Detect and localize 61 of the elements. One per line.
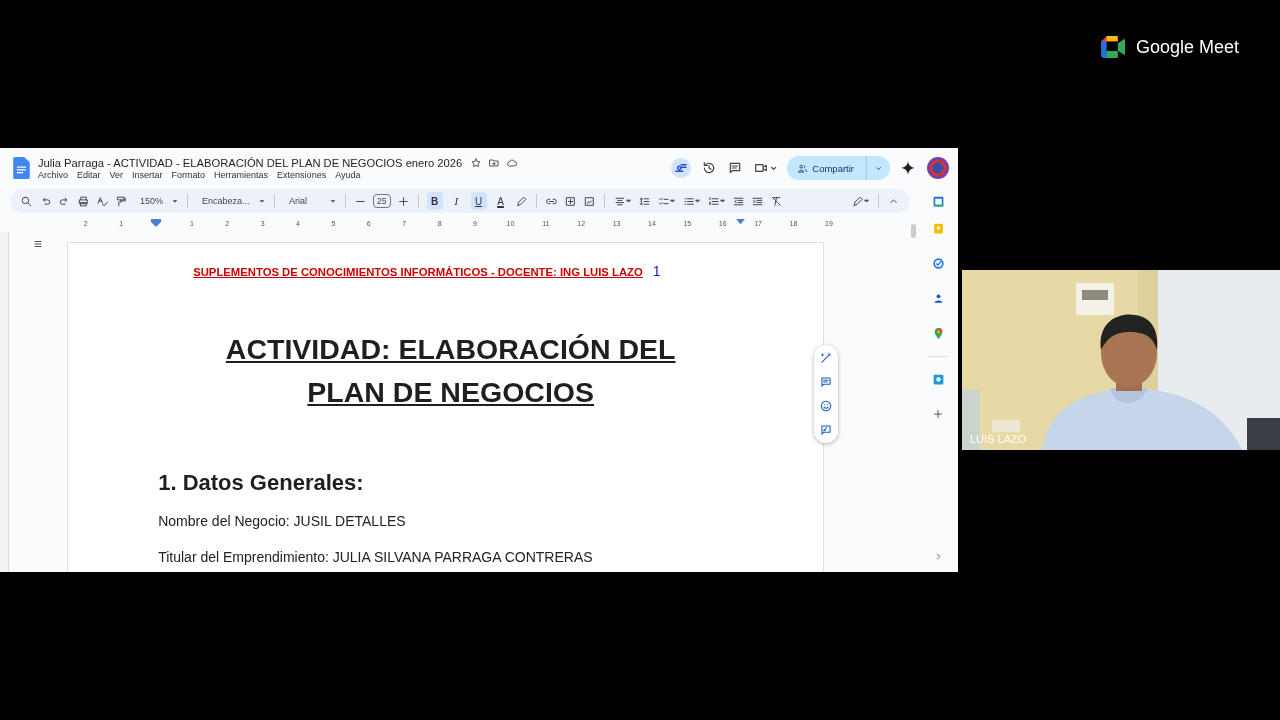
calendar-icon[interactable] bbox=[931, 194, 945, 208]
brand-name: Google Meet bbox=[1136, 36, 1240, 58]
spellcheck-icon[interactable] bbox=[96, 194, 109, 208]
participant-name: LUIS LAZO bbox=[970, 433, 1027, 445]
document-title-heading: ACTIVIDAD: ELABORACIÓN DEL PLAN DE NEGOCIOS bbox=[224, 332, 677, 410]
page-header: SUPLEMENTOS DE CONOCIMIENTOS INFORMÁTICOS - DOCENTE: ING LUIS LAZO bbox=[193, 266, 643, 278]
highlighter-icon[interactable] bbox=[514, 194, 528, 208]
add-comment-icon[interactable] bbox=[563, 194, 577, 208]
menu-item[interactable]: Ver bbox=[109, 169, 124, 180]
menu-item[interactable]: Insertar bbox=[132, 169, 163, 180]
account-avatar[interactable] bbox=[926, 156, 950, 180]
add-comment-icon[interactable] bbox=[818, 375, 833, 389]
print-icon[interactable] bbox=[77, 194, 90, 208]
numbered-list-icon[interactable] bbox=[706, 194, 726, 208]
folder-icon[interactable] bbox=[488, 156, 501, 169]
indent-marker[interactable] bbox=[151, 219, 162, 227]
menu-item[interactable]: Ayuda bbox=[335, 169, 361, 180]
meet-logo bbox=[1100, 36, 1128, 58]
caret-icon bbox=[171, 197, 180, 205]
outline-icon[interactable] bbox=[32, 238, 45, 250]
add-icon[interactable] bbox=[932, 408, 945, 420]
format-button[interactable]: I bbox=[448, 192, 465, 210]
cloud-icon[interactable] bbox=[506, 156, 519, 169]
scrollbar[interactable] bbox=[910, 224, 916, 238]
menu-item[interactable]: Editar bbox=[77, 169, 101, 180]
indent-marker[interactable] bbox=[736, 219, 745, 226]
footnote-mark: 1 bbox=[652, 263, 661, 279]
paint-format-icon[interactable] bbox=[115, 194, 128, 208]
star-icon[interactable] bbox=[470, 156, 483, 169]
font-dropdown[interactable]: Arial bbox=[289, 196, 338, 206]
body-text: Nombre del Negocio: JUSIL DETALLES bbox=[158, 512, 407, 531]
search-icon[interactable] bbox=[20, 194, 33, 208]
caret-icon bbox=[258, 197, 267, 205]
format-button[interactable]: U bbox=[470, 192, 487, 210]
body-text: Titular del Emprendimiento: JULIA SILVANA PARRAGA CONTRERAS bbox=[158, 548, 594, 567]
emoji-icon[interactable] bbox=[818, 399, 833, 413]
section-heading: 1. Datos Generales: bbox=[158, 470, 365, 496]
tasks-icon[interactable] bbox=[931, 257, 945, 270]
image-icon[interactable] bbox=[582, 194, 596, 208]
plus-icon[interactable] bbox=[396, 194, 410, 208]
text-color-button[interactable]: A bbox=[492, 192, 509, 210]
menu-item[interactable]: Formato bbox=[171, 169, 206, 180]
menu-item[interactable]: Extensiones bbox=[277, 169, 327, 180]
suggest-edit-icon[interactable] bbox=[818, 423, 833, 437]
clear-formatting-icon[interactable] bbox=[769, 194, 783, 208]
zoom-dropdown[interactable]: 150% bbox=[140, 196, 180, 206]
magic-pen-icon[interactable] bbox=[818, 351, 833, 365]
font-size-field[interactable]: 25 bbox=[373, 194, 391, 208]
editing-mode-icon[interactable] bbox=[851, 194, 870, 208]
document-icon[interactable] bbox=[13, 157, 30, 179]
format-button[interactable]: B bbox=[426, 192, 443, 210]
share-button[interactable]: Compartir bbox=[787, 156, 890, 180]
caret-icon bbox=[329, 197, 338, 205]
menu-item[interactable]: Herramientas bbox=[214, 169, 269, 180]
people-icon bbox=[797, 162, 809, 174]
app-icon[interactable] bbox=[931, 373, 945, 386]
menu-item[interactable]: Archivo bbox=[38, 169, 68, 180]
present-icon[interactable] bbox=[671, 158, 692, 178]
style-dropdown[interactable]: Encabeza... bbox=[202, 196, 267, 206]
spark-icon[interactable] bbox=[900, 160, 916, 176]
document-title[interactable]: Julia Parraga - ACTIVIDAD - ELABORACIÓN DEL PLAN DE NEGOCIOS enero 2026 bbox=[38, 156, 463, 169]
